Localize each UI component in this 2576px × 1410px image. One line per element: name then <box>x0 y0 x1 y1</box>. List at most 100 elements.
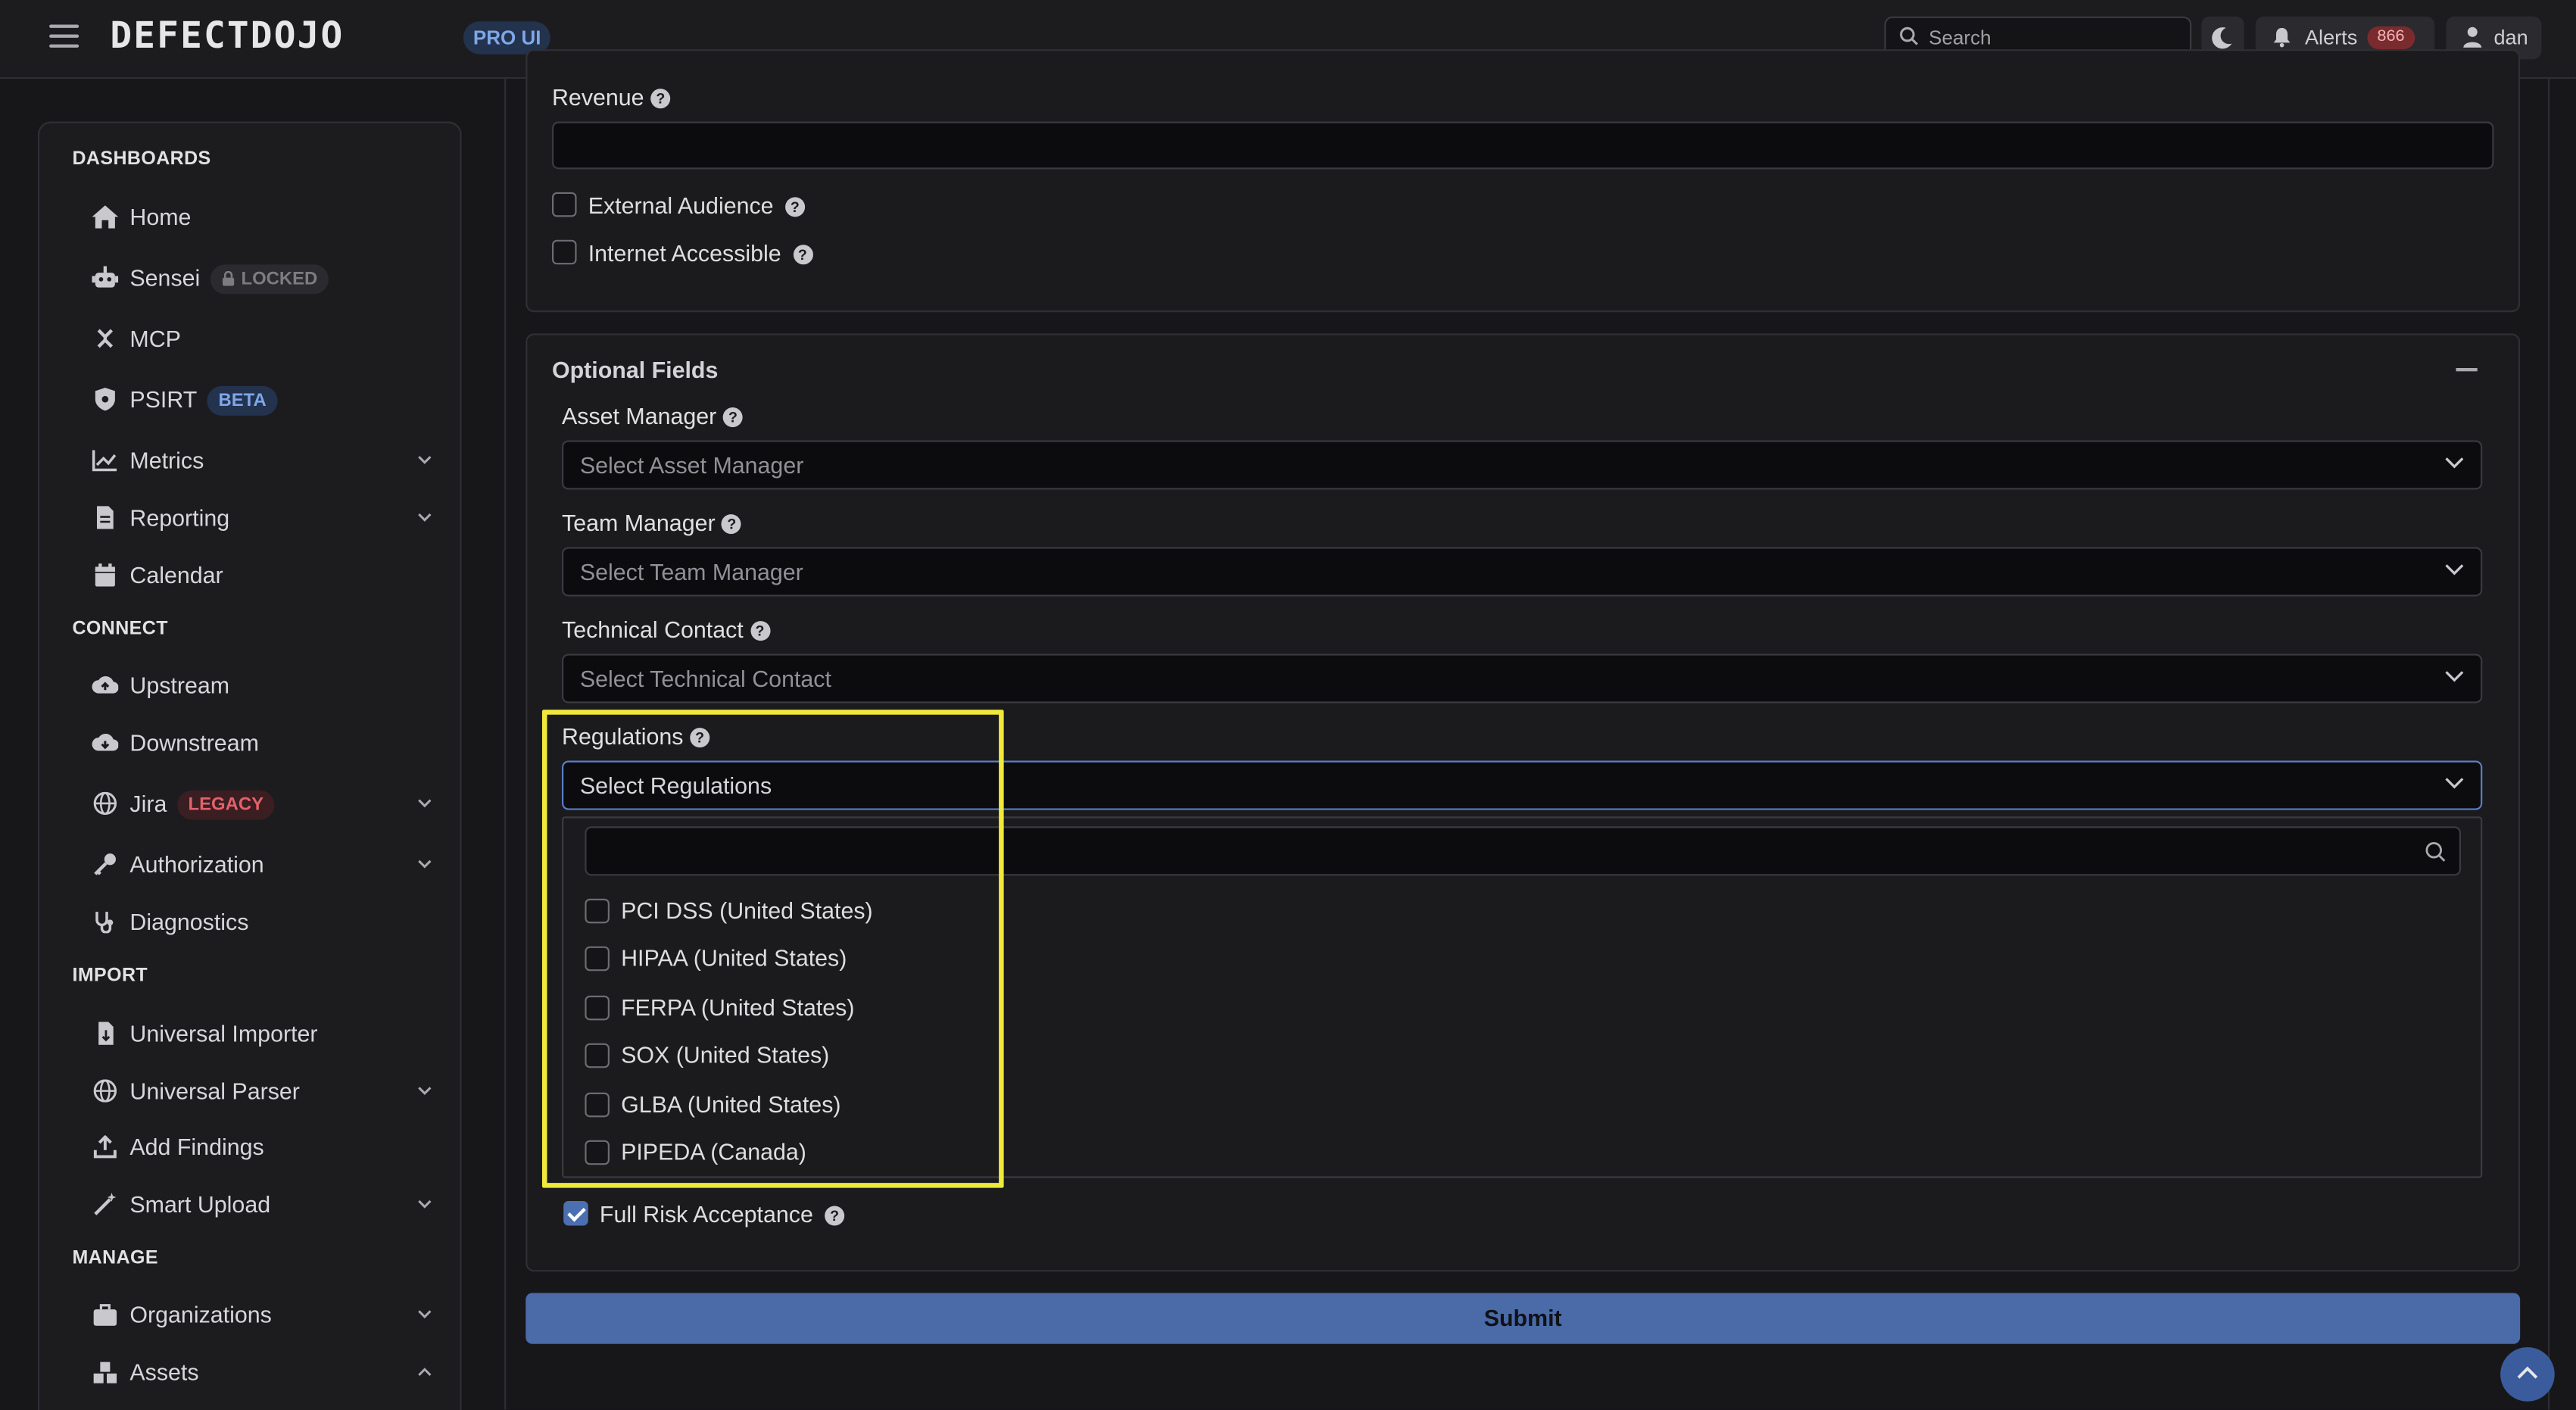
home-icon <box>92 205 119 229</box>
chevron-down-icon <box>418 799 432 808</box>
chevron-down-icon <box>418 456 432 464</box>
help-icon[interactable]: ? <box>750 621 770 641</box>
sidebar-item-home[interactable]: Home <box>92 197 412 236</box>
sidebar-item-label: Assets <box>129 1359 199 1385</box>
help-icon[interactable]: ? <box>792 245 812 265</box>
user-icon <box>2463 27 2482 48</box>
sidebar-item-label: Calendar <box>129 562 223 588</box>
key-icon <box>94 853 116 875</box>
legacy-badge: LEGACY <box>176 790 276 820</box>
sidebar-item-label: Authorization <box>129 850 264 878</box>
general-fields-panel <box>525 49 2521 313</box>
sidebar-item-label: Universal Importer <box>129 1020 318 1047</box>
highlight-box <box>541 710 1004 1188</box>
sidebar-item-calendar[interactable]: Calendar <box>92 555 412 594</box>
revenue-input[interactable] <box>551 121 2494 170</box>
locked-badge: LOCKED <box>210 264 329 295</box>
sidebar-item-label: Diagnostics <box>129 908 249 935</box>
sidebar-item-universal-importer[interactable]: Universal Importer <box>92 1014 412 1053</box>
sidebar-item-label: Universal Parser <box>129 1078 300 1104</box>
chevron-down-icon <box>418 513 432 522</box>
chevron-down-icon <box>2445 671 2464 682</box>
defectdojo-logo[interactable]: DEFECTDOJO <box>110 17 344 59</box>
sidebar-item-organizations[interactable]: Organizations <box>92 1295 432 1334</box>
select-placeholder: Select Asset Manager <box>579 451 804 479</box>
sidebar-item-jira[interactable]: Jira LEGACY <box>92 784 432 823</box>
globe-icon <box>93 791 117 816</box>
full-risk-acceptance-checkbox[interactable] <box>563 1200 588 1226</box>
beta-badge: BETA <box>207 385 278 416</box>
sidebar-item-label: Home <box>129 204 192 230</box>
help-icon[interactable]: ? <box>784 197 805 217</box>
alerts-label: Alerts <box>2304 26 2358 50</box>
magic-wand-icon <box>94 1193 117 1215</box>
sidebar-item-add-findings[interactable]: Add Findings <box>92 1127 412 1166</box>
section-dashboards: DASHBOARDS <box>72 149 211 170</box>
sidebar-item-label: MCP <box>129 325 181 352</box>
alerts-count-badge: 866 <box>2367 26 2415 50</box>
sidebar-item-label: Downstream <box>129 729 259 756</box>
chart-line-icon <box>92 450 117 472</box>
sidebar-item-downstream[interactable]: Downstream <box>92 723 412 763</box>
globe-icon <box>93 1079 117 1103</box>
boxes-icon <box>93 1362 117 1383</box>
collapse-minus-icon[interactable] <box>2456 367 2478 372</box>
search-input[interactable] <box>1929 23 2175 53</box>
external-audience-label: External Audience? <box>588 192 805 219</box>
submit-button[interactable]: Submit <box>525 1293 2521 1344</box>
sidebar-item-smart-upload[interactable]: Smart Upload <box>92 1184 432 1224</box>
chevron-down-icon <box>418 1199 432 1209</box>
sidebar-item-label: Organizations <box>129 1301 272 1328</box>
search-icon <box>1900 27 1918 45</box>
technical-contact-label: Technical Contact? <box>562 616 770 642</box>
internet-accessible-checkbox[interactable] <box>551 239 577 265</box>
sidebar-item-metrics[interactable]: Metrics <box>92 440 432 479</box>
section-manage: MANAGE <box>72 1248 158 1268</box>
technical-contact-select[interactable]: Select Technical Contact <box>562 654 2483 703</box>
sidebar-item-upstream[interactable]: Upstream <box>92 666 412 705</box>
full-risk-acceptance-label: Full Risk Acceptance? <box>600 1201 845 1228</box>
sidebar-item-sensei[interactable]: Sensei LOCKED <box>92 258 412 298</box>
briefcase-icon <box>93 1304 117 1326</box>
sidebar-item-reporting[interactable]: Reporting <box>92 498 432 537</box>
sidebar-item-label: PSIRT BETA <box>129 379 278 419</box>
sidebar-item-label: Smart Upload <box>129 1190 271 1218</box>
sidebar-item-label: Sensei LOCKED <box>129 258 329 298</box>
chevron-up-icon <box>418 1368 432 1377</box>
sidebar-item-label: Metrics <box>129 447 204 473</box>
help-icon[interactable]: ? <box>650 89 671 109</box>
mcp-icon <box>97 329 114 348</box>
stethoscope-icon <box>95 912 114 934</box>
scroll-to-top-button[interactable] <box>2500 1347 2555 1402</box>
sidebar: DASHBOARDS Home Sensei LOCKED MCP PSIRT BE… <box>37 121 462 1410</box>
hamburger-menu-icon[interactable] <box>49 24 80 48</box>
sidebar-item-authorization[interactable]: Authorization <box>92 844 432 884</box>
sidebar-item-label: Upstream <box>129 672 230 699</box>
search-icon <box>2425 842 2446 862</box>
sidebar-item-universal-parser[interactable]: Universal Parser <box>92 1072 432 1111</box>
calendar-icon <box>95 563 115 587</box>
file-import-icon <box>98 1022 114 1045</box>
select-placeholder: Select Team Manager <box>579 558 803 585</box>
upload-icon <box>93 1135 117 1159</box>
shield-icon <box>95 388 115 411</box>
sidebar-item-mcp[interactable]: MCP <box>92 319 412 358</box>
lock-icon <box>222 270 234 286</box>
team-manager-select[interactable]: Select Team Manager <box>562 547 2483 597</box>
sidebar-item-diagnostics[interactable]: Diagnostics <box>92 902 412 941</box>
sidebar-item-assets[interactable]: Assets <box>92 1352 432 1392</box>
help-icon[interactable]: ? <box>825 1206 845 1226</box>
asset-manager-label: Asset Manager? <box>562 403 744 429</box>
user-name: dan <box>2493 26 2528 50</box>
optional-fields-title: Optional Fields <box>551 356 719 383</box>
help-icon[interactable]: ? <box>722 407 744 428</box>
external-audience-checkbox[interactable] <box>551 192 577 217</box>
cloud-upload-icon <box>92 676 119 694</box>
sidebar-item-psirt[interactable]: PSIRT BETA <box>92 379 412 419</box>
chevron-down-icon <box>418 1310 432 1319</box>
help-icon[interactable]: ? <box>722 514 742 535</box>
asset-manager-select[interactable]: Select Asset Manager <box>562 440 2483 490</box>
revenue-label: Revenue? <box>552 84 671 110</box>
team-manager-label: Team Manager? <box>562 510 742 535</box>
chevron-down-icon <box>418 1087 432 1096</box>
